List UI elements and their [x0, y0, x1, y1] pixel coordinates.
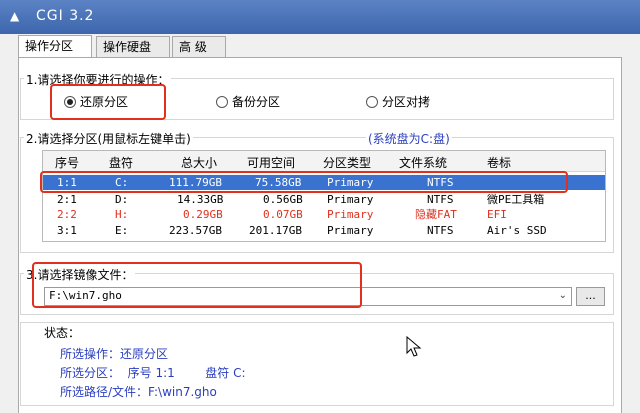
system-disk-note: (系统盘为C:盘)	[366, 130, 452, 147]
radio-copy-label: 分区对拷	[382, 95, 431, 109]
col-drive[interactable]: 盘符	[109, 154, 133, 171]
table-row[interactable]: 3:1 E: 223.57GB 201.17GB Primary NTFS Ai…	[43, 223, 605, 238]
tab-partition[interactable]: 操作分区	[18, 35, 92, 58]
table-header: 序号 盘符 总大小 可用空间 分区类型 文件系统 卷标	[43, 151, 605, 172]
table-row[interactable]: 2:1 D: 14.33GB 0.56GB Primary NTFS 微PE工具…	[43, 192, 605, 207]
radio-restore-label: 还原分区	[80, 95, 129, 109]
browse-button[interactable]: ...	[576, 287, 605, 306]
radio-copy[interactable]: 分区对拷	[366, 94, 430, 110]
col-index[interactable]: 序号	[55, 154, 79, 171]
partition-table[interactable]: 序号 盘符 总大小 可用空间 分区类型 文件系统 卷标 1:1 C: 111.7…	[42, 150, 606, 242]
radio-restore[interactable]: 还原分区	[64, 94, 128, 110]
app-window: ▲ CGI 3.2 操作分区 操作硬盘 高 级 1.请选择你要进行的操作： 还原…	[0, 0, 640, 413]
tab-advanced[interactable]: 高 级	[172, 36, 226, 57]
radio-backup[interactable]: 备份分区	[216, 94, 280, 110]
operation-group-label: 1.请选择你要进行的操作：	[24, 71, 172, 88]
mouse-cursor-icon	[406, 336, 422, 357]
radio-restore-indicator[interactable]	[64, 96, 76, 108]
status-path: 所选路径/文件：F:\win7.gho	[60, 385, 217, 399]
status-label: 状态：	[42, 324, 83, 341]
partition-group-label: 2.请选择分区(用鼠标左键单击)	[24, 130, 193, 147]
radio-copy-indicator[interactable]	[366, 96, 378, 108]
radio-backup-indicator[interactable]	[216, 96, 228, 108]
image-group-label: 3.请选择镜像文件：	[24, 266, 136, 283]
title-bar[interactable]: ▲ CGI 3.2	[0, 0, 640, 34]
status-partition: 所选分区： 序号 1:1 盘符 C:	[60, 366, 246, 380]
radio-backup-label: 备份分区	[232, 95, 281, 109]
table-row[interactable]: 1:1 C: 111.79GB 75.58GB Primary NTFS	[43, 175, 605, 190]
tab-disk[interactable]: 操作硬盘	[96, 36, 170, 57]
image-file-value: F:\win7.gho	[49, 289, 122, 302]
col-free[interactable]: 可用空间	[247, 154, 295, 171]
table-row[interactable]: 2:2 H: 0.29GB 0.07GB Primary 隐藏FAT EFI	[43, 207, 605, 222]
status-operation: 所选操作：还原分区	[60, 347, 169, 361]
col-total[interactable]: 总大小	[181, 154, 217, 171]
chevron-down-icon[interactable]: ⌄	[559, 290, 567, 301]
window-title: CGI 3.2	[36, 8, 95, 24]
col-type[interactable]: 分区类型	[323, 154, 371, 171]
image-file-combo[interactable]: F:\win7.gho ⌄	[44, 287, 572, 306]
app-icon: ▲	[10, 9, 20, 23]
col-fs[interactable]: 文件系统	[399, 154, 447, 171]
col-label[interactable]: 卷标	[487, 154, 511, 171]
